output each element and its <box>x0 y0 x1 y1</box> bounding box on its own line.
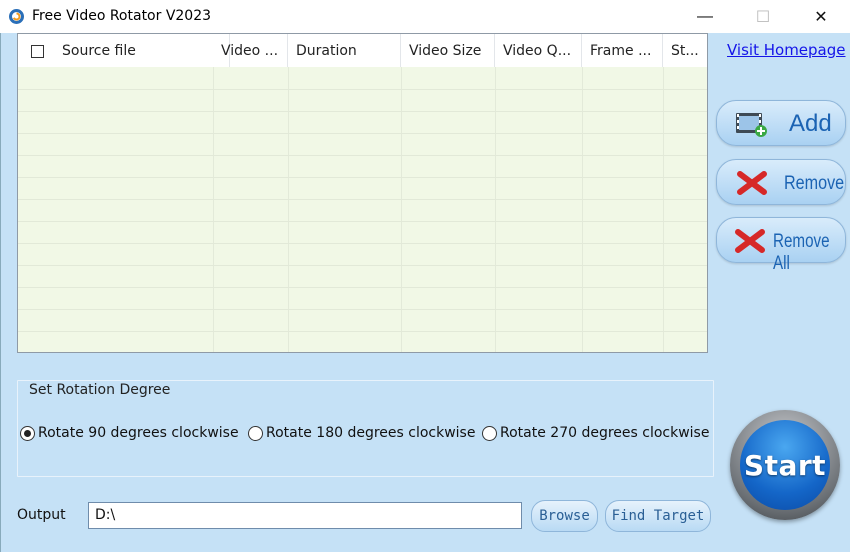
row-divider <box>18 177 707 178</box>
column-header-status[interactable]: St... <box>663 34 707 67</box>
minimize-button[interactable]: — <box>676 0 734 33</box>
remove-all-button-label: Remove All <box>773 231 830 274</box>
column-divider <box>582 67 583 352</box>
rotate-270-option[interactable]: Rotate 270 degrees clockwise <box>482 425 709 441</box>
start-button-label: Start <box>743 448 827 482</box>
column-header-video-size[interactable]: Video Size <box>401 34 495 67</box>
column-header-frame[interactable]: Frame ... <box>582 34 663 67</box>
title-bar: Free Video Rotator V2023 — ☐ ✕ <box>0 0 850 33</box>
red-x-icon <box>737 171 767 195</box>
add-button[interactable]: Add <box>716 100 846 146</box>
rotate-180-label: Rotate 180 degrees clockwise <box>266 425 476 441</box>
main-panel: Source file Video ... Duration Video Siz… <box>0 33 850 552</box>
radio-button[interactable] <box>482 425 497 441</box>
column-header-video-quality[interactable]: Video Q... <box>495 34 582 67</box>
column-divider <box>401 67 402 352</box>
rotate-90-label: Rotate 90 degrees clockwise <box>38 425 239 441</box>
add-button-label: Add <box>789 110 832 137</box>
close-button[interactable]: ✕ <box>792 0 850 33</box>
column-divider <box>663 67 664 352</box>
rotate-90-option[interactable]: Rotate 90 degrees clockwise <box>20 425 239 441</box>
output-label: Output <box>17 507 66 523</box>
column-divider <box>213 67 214 352</box>
start-button-face[interactable]: Start <box>740 420 830 510</box>
column-header-duration[interactable]: Duration <box>288 34 401 67</box>
row-divider <box>18 331 707 332</box>
rotate-270-label: Rotate 270 degrees clockwise <box>500 425 710 441</box>
row-divider <box>18 287 707 288</box>
row-divider <box>18 89 707 90</box>
table-header: Source file Video ... Duration Video Siz… <box>18 34 707 67</box>
column-header-source-file[interactable]: Source file <box>54 34 230 67</box>
row-divider <box>18 265 707 266</box>
row-divider <box>18 309 707 310</box>
rotation-group-title: Set Rotation Degree <box>29 382 171 398</box>
output-path-field[interactable]: D:\ <box>88 502 522 529</box>
red-x-icon <box>735 229 765 253</box>
browse-button[interactable]: Browse <box>531 500 598 532</box>
file-table[interactable]: Source file Video ... Duration Video Siz… <box>17 33 708 353</box>
row-divider <box>18 199 707 200</box>
add-video-icon <box>736 113 767 137</box>
app-icon <box>9 9 24 24</box>
remove-button[interactable]: Remove <box>716 159 846 205</box>
find-target-button[interactable]: Find Target <box>605 500 711 532</box>
row-divider <box>18 111 707 112</box>
window-title: Free Video Rotator V2023 <box>32 8 212 24</box>
start-button[interactable]: Start <box>730 410 840 520</box>
row-divider <box>18 221 707 222</box>
row-divider <box>18 243 707 244</box>
rotate-180-option[interactable]: Rotate 180 degrees clockwise <box>248 425 475 441</box>
radio-button[interactable] <box>20 425 35 441</box>
remove-all-button[interactable]: Remove All <box>716 217 846 274</box>
visit-homepage-link[interactable]: Visit Homepage <box>727 41 846 59</box>
remove-button-label: Remove <box>784 173 845 194</box>
column-divider <box>495 67 496 352</box>
maximize-button[interactable]: ☐ <box>734 0 792 33</box>
column-header-video[interactable]: Video ... <box>213 34 288 67</box>
radio-button[interactable] <box>248 425 263 441</box>
column-divider <box>288 67 289 352</box>
select-all-checkbox[interactable] <box>31 45 44 58</box>
row-divider <box>18 133 707 134</box>
row-divider <box>18 155 707 156</box>
